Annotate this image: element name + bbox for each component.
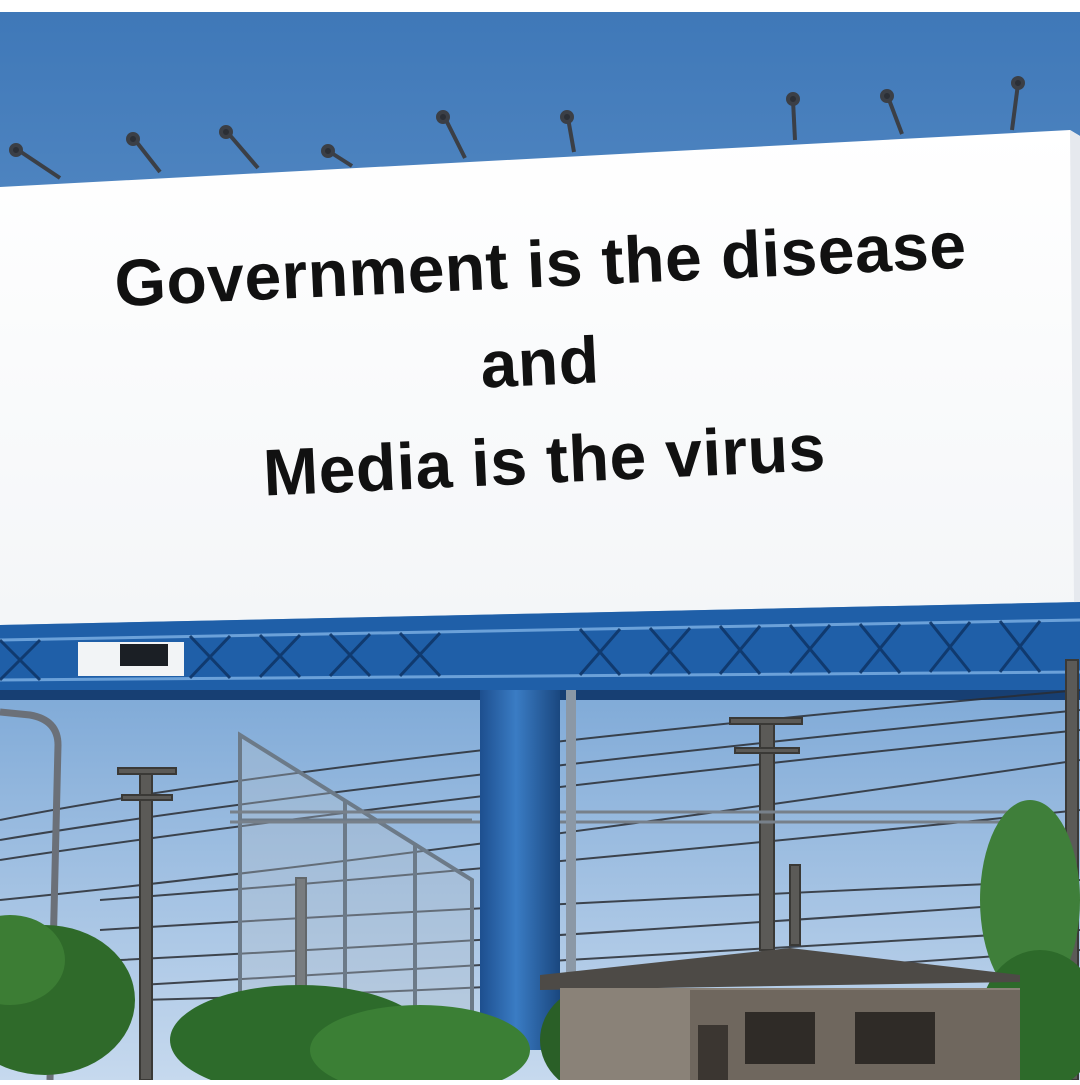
- photo-scene: [0, 0, 1080, 1085]
- top-border: [0, 0, 1080, 12]
- billboard-pole: [480, 690, 560, 1050]
- scene-illustration: [0, 12, 1080, 1085]
- shed: [540, 948, 1020, 1080]
- billboard-face: [0, 130, 1080, 625]
